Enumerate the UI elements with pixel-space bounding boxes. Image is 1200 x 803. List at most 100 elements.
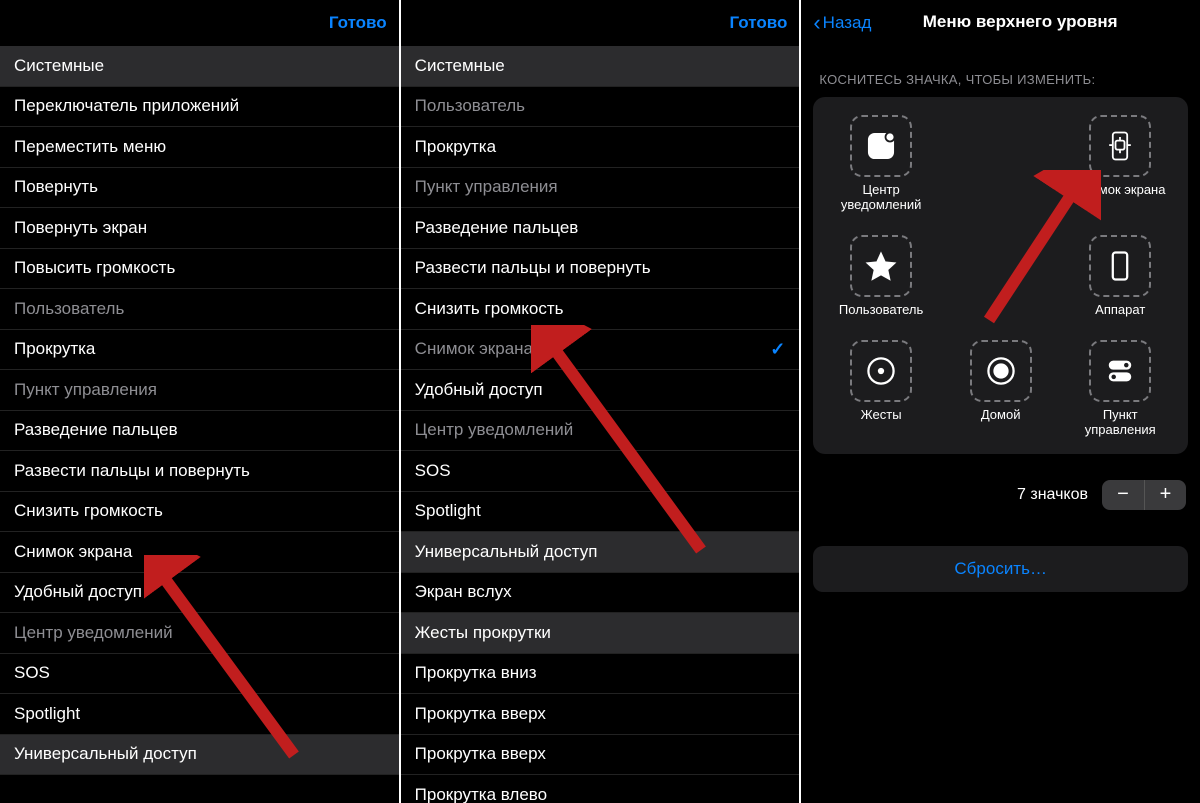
list-item-label: Переместить меню [14,137,166,157]
section-header: Жесты прокрутки [401,613,800,654]
list-item-label: Разведение пальцев [14,420,178,440]
list-item[interactable]: Пользователь [0,289,399,330]
list-item-label: Центр уведомлений [14,623,173,643]
icon-label: Домой [981,408,1021,423]
list-item[interactable]: Центр уведомлений [401,411,800,452]
section-header: Универсальный доступ [0,735,399,776]
list-item[interactable]: Развести пальцы и повернуть [0,451,399,492]
menu-icon-device[interactable]: Аппарат [1064,235,1176,318]
menu-icon-control-center[interactable]: Пункт управления [1064,340,1176,438]
icon-count-row: 7 значков − + [801,454,1200,522]
list-item[interactable]: SOS [0,654,399,695]
list-item[interactable]: Прокрутка влево [401,775,800,803]
back-label: Назад [823,13,872,33]
list-item[interactable]: Прокрутка [401,127,800,168]
menu-icon-notification-center[interactable]: Центр уведомлений [825,115,937,213]
reset-card: Сбросить… [813,546,1188,592]
list-item-label: Прокрутка вверх [415,744,546,764]
list-item-label: SOS [415,461,451,481]
list-item-label: Пользователь [14,299,124,319]
list-item[interactable]: Удобный доступ [401,370,800,411]
back-button[interactable]: ‹ Назад [813,12,871,34]
list-item[interactable]: Развести пальцы и повернуть [401,249,800,290]
list-item[interactable]: Переместить меню [0,127,399,168]
icon-stepper: − + [1102,480,1186,510]
list-item-label: Универсальный доступ [415,542,598,562]
list-item-label: Удобный доступ [415,380,543,400]
menu-icon-custom[interactable]: Пользователь [825,235,937,318]
stepper-plus[interactable]: + [1144,480,1186,510]
list-item-label: Повысить громкость [14,258,175,278]
list-item[interactable]: Снизить громкость [0,492,399,533]
icon-grid-card: Центр уведомлений Снимок экрана Пользовате… [813,97,1188,454]
panel-1-header: Готово [0,0,399,46]
section-header: Универсальный доступ [401,532,800,573]
panel-3-header: ‹ Назад Меню верхнего уровня [801,0,1200,46]
list-item[interactable]: Переключатель приложений [0,87,399,128]
panel-2: Готово Системные ПользовательПрокрутка Пун… [401,0,802,803]
section-header: Системные [0,46,399,87]
list-item-label: Жесты прокрутки [415,623,551,643]
list-item-label: Переключатель приложений [14,96,239,116]
list-item-label: Центр уведомлений [415,420,574,440]
panel-3: ‹ Назад Меню верхнего уровня КОСНИТЕСЬ З… [801,0,1200,803]
list-item[interactable]: Повернуть [0,168,399,209]
list-item[interactable]: Пункт управления [0,370,399,411]
list-item[interactable]: Удобный доступ [0,573,399,614]
list-item[interactable]: Разведение пальцев [0,411,399,452]
list-item-label: Снимок экрана [14,542,132,562]
list-item[interactable]: Spotlight [401,492,800,533]
icon-label: Пользователь [839,303,923,318]
list-item[interactable]: Центр уведомлений [0,613,399,654]
list-item[interactable]: Повернуть экран [0,208,399,249]
list-item[interactable]: Снизить громкость [401,289,800,330]
list-item-label: Снизить громкость [415,299,564,319]
list-item[interactable]: Снимок экрана✓ [401,330,800,371]
home-icon [970,340,1032,402]
chevron-left-icon: ‹ [813,12,820,34]
list-item-label: Системные [14,56,104,76]
page-title: Меню верхнего уровня [923,12,1118,32]
list-item[interactable]: Пользователь [401,87,800,128]
list-item[interactable]: Spotlight [0,694,399,735]
done-button[interactable]: Готово [729,13,787,33]
reset-button[interactable]: Сбросить… [813,546,1188,592]
notif-icon [850,115,912,177]
star-icon [850,235,912,297]
section-header: Системные [401,46,800,87]
list-item-label: Разведение пальцев [415,218,579,238]
list-item[interactable]: Разведение пальцев [401,208,800,249]
list-item-label: Пункт управления [415,177,558,197]
list-item-label: Повернуть [14,177,98,197]
list-item[interactable]: SOS [401,451,800,492]
icon-count: 7 значков [1017,486,1088,504]
done-button[interactable]: Готово [329,13,387,33]
list-item[interactable]: Прокрутка вверх [401,735,800,776]
list-item-label: Spotlight [415,501,481,521]
icon-label: Жесты [861,408,902,423]
menu-icon-screenshot[interactable]: Снимок экрана [1064,115,1176,213]
list-item[interactable]: Повысить громкость [0,249,399,290]
list-item-label: Системные [415,56,505,76]
list-item-label: Снимок экрана [415,339,533,359]
list-item-label: Прокрутка вниз [415,663,537,683]
list-item-label: Экран вслух [415,582,512,602]
toggles-icon [1089,340,1151,402]
list-item[interactable]: Экран вслух [401,573,800,614]
menu-icon-gestures[interactable]: Жесты [825,340,937,438]
screenshot-icon [1089,115,1151,177]
list-item[interactable]: Пункт управления [401,168,800,209]
device-icon [1089,235,1151,297]
icon-label: Пункт управления [1085,408,1156,438]
list-item[interactable]: Прокрутка вверх [401,694,800,735]
list-item-label: Развести пальцы и повернуть [415,258,651,278]
section-caption: КОСНИТЕСЬ ЗНАЧКА, ЧТОБЫ ИЗМЕНИТЬ: [801,46,1200,97]
list-item[interactable]: Прокрутка вниз [401,654,800,695]
stepper-minus[interactable]: − [1102,480,1144,510]
icon-label: Центр уведомлений [841,183,921,213]
list-item-label: Прокрутка [14,339,95,359]
list-item[interactable]: Прокрутка [0,330,399,371]
panel-2-header: Готово [401,0,800,46]
list-item[interactable]: Снимок экрана [0,532,399,573]
menu-icon-home[interactable]: Домой [945,340,1057,438]
